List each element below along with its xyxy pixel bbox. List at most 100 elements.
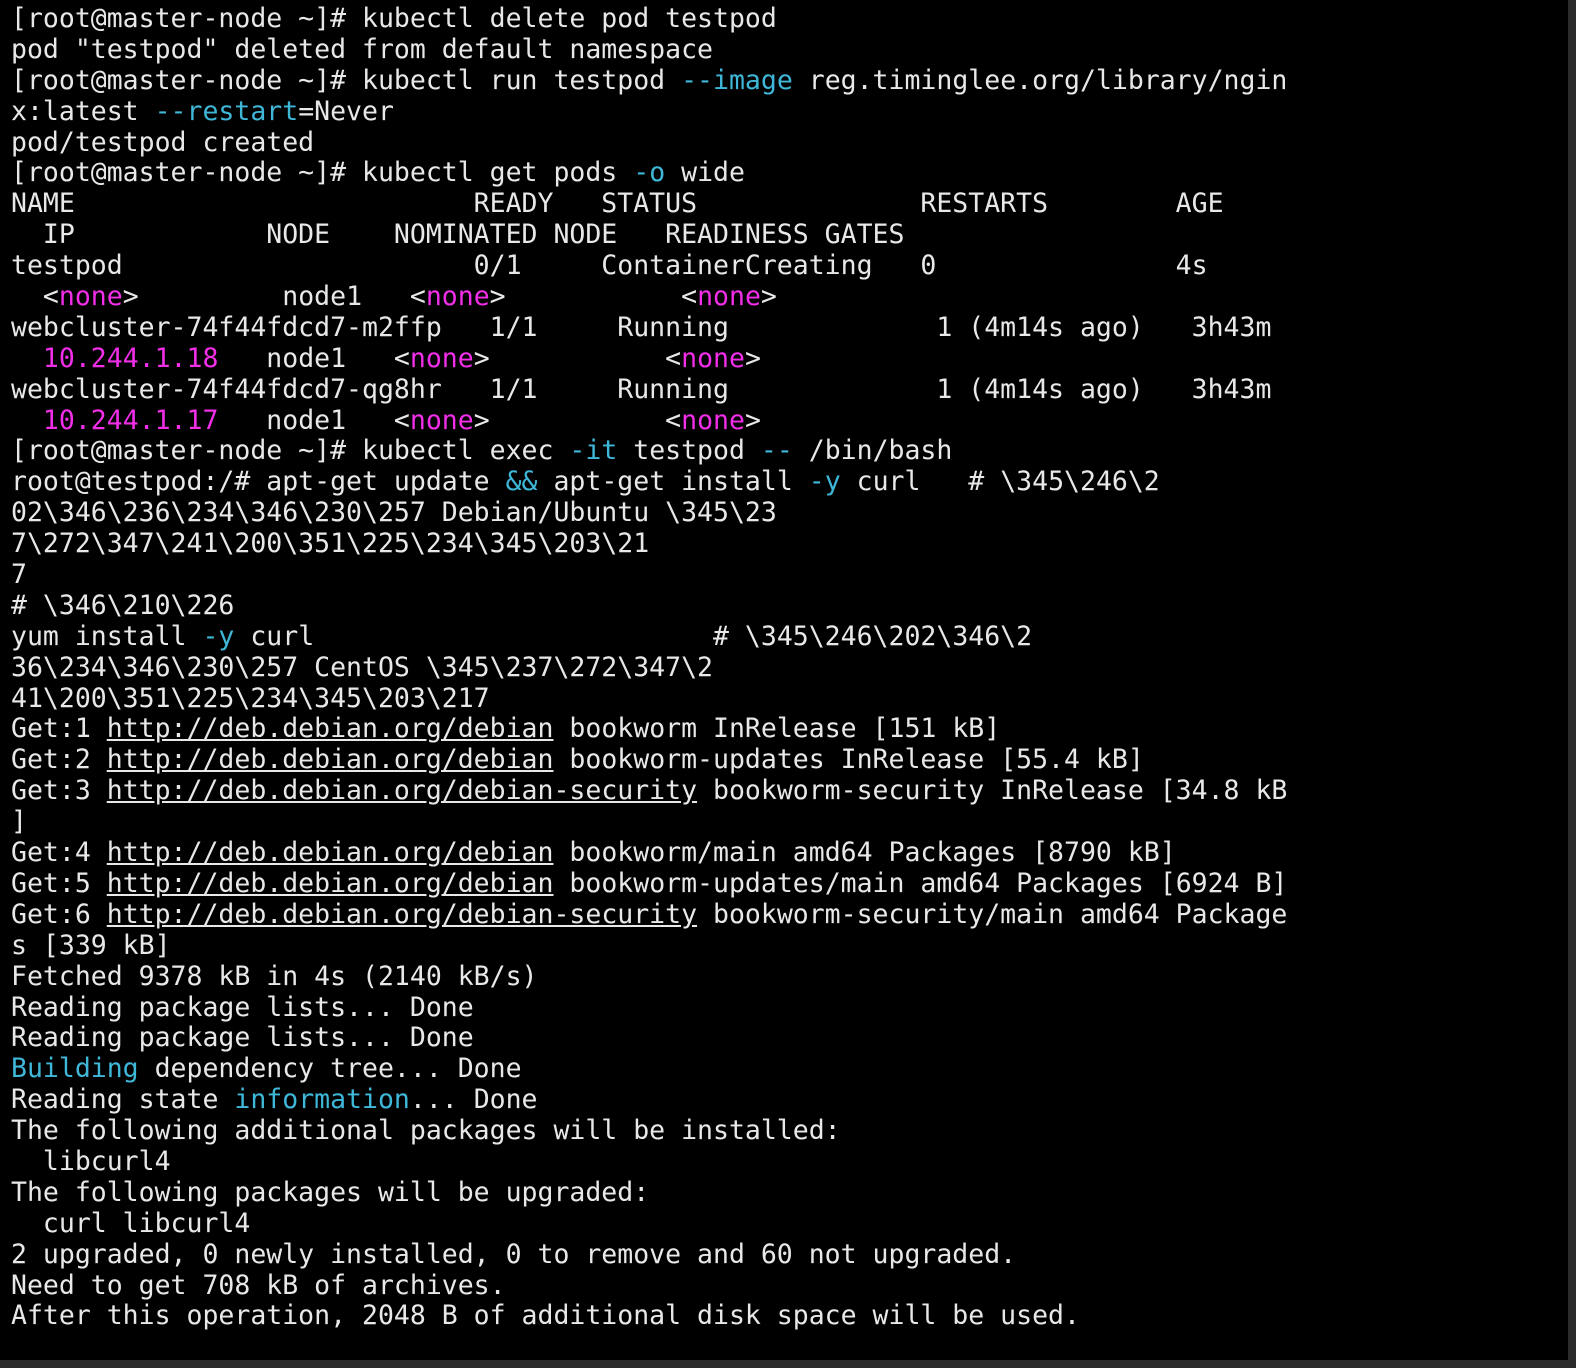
terminal-text: apt-get install	[537, 466, 809, 498]
terminal-text: node1 <	[218, 404, 410, 436]
terminal-line: [root@master-node ~]# kubectl exec -it t…	[11, 436, 1568, 467]
url-link[interactable]: http://deb.debian.org/debian-security	[107, 775, 697, 806]
terminal-text: [root@master-node ~]# kubectl get pods	[11, 157, 634, 189]
url-link[interactable]: http://deb.debian.org/debian	[107, 713, 554, 745]
terminal-line: 36\234\346\230\257 CentOS \345\237\272\3…	[11, 651, 1568, 684]
terminal-text: IP NODE NOMINATED NODE READINESS GATES	[11, 219, 905, 251]
url-link[interactable]: http://deb.debian.org/debian	[107, 837, 554, 868]
terminal-line: [root@master-node ~]# kubectl get pods -…	[11, 158, 1568, 189]
terminal-text: After this operation, 2048 B of addition…	[11, 1300, 1080, 1332]
highlighted-token: --	[760, 435, 793, 467]
terminal-text: > <	[473, 342, 682, 374]
terminal-text: [root@master-node ~]# kubectl delete pod…	[11, 3, 777, 34]
terminal-text: dependency tree... Done	[138, 1053, 522, 1085]
url-link[interactable]: http://deb.debian.org/debian-security	[107, 899, 697, 930]
highlighted-token: -o	[633, 157, 666, 189]
terminal-line: 7\272\347\241\200\351\225\234\345\203\21	[11, 528, 1568, 560]
highlighted-value: none	[409, 404, 474, 436]
highlighted-token: --restart	[154, 95, 299, 127]
terminal-text: pod/testpod created	[11, 126, 315, 158]
terminal-line: Get:3 http://deb.debian.org/debian-secur…	[11, 775, 1568, 807]
terminal-text: bookworm-updates InRelease [55.4 kB]	[553, 744, 1144, 776]
terminal-text: webcluster-74f44fdcd7-qg8hr 1/1 Running …	[11, 373, 1272, 405]
terminal-line: 7	[11, 559, 1568, 591]
terminal-line: s [339 kB]	[11, 930, 1568, 962]
terminal-text: > <	[489, 281, 698, 313]
terminal-line: testpod 0/1 ContainerCreating 0 4s	[11, 250, 1568, 282]
terminal-line: Building dependency tree... Done	[11, 1053, 1568, 1085]
terminal-output[interactable]: [root@master-node ~]# kubectl delete pod…	[0, 0, 1568, 1360]
terminal-text: >	[744, 404, 761, 436]
terminal-line: [root@master-node ~]# kubectl delete pod…	[11, 3, 1568, 35]
highlighted-value: none	[697, 281, 761, 313]
terminal-text: Fetched 9378 kB in 4s (2140 kB/s)	[11, 960, 538, 992]
highlighted-token: -it	[569, 435, 618, 467]
terminal-line: 10.244.1.18 node1 <none> <none>	[11, 342, 1568, 375]
terminal-text: [root@master-node ~]# kubectl run testpo…	[11, 64, 682, 96]
url-link[interactable]: http://deb.debian.org/debian	[107, 744, 554, 775]
terminal-text: Reading package lists... Done	[11, 991, 474, 1023]
terminal-line: The following packages will be upgraded:	[11, 1177, 1568, 1209]
terminal-text: ... Done	[409, 1084, 538, 1116]
terminal-text: /bin/bash	[792, 435, 953, 467]
terminal-text: libcurl4	[11, 1145, 171, 1177]
terminal-text: root@testpod:/# apt-get update	[11, 466, 506, 498]
highlighted-value: 10.244.1.18	[42, 342, 219, 374]
terminal-line: NAME READY STATUS RESTARTS AGE	[11, 188, 1568, 220]
terminal-text: <	[11, 281, 59, 313]
terminal-line: yum install -y curl # \345\246\202\346\2	[11, 620, 1568, 653]
url-link[interactable]: http://deb.debian.org/debian	[107, 868, 554, 899]
terminal-text: testpod	[617, 435, 761, 467]
terminal-text: 2 upgraded, 0 newly installed, 0 to remo…	[11, 1238, 1017, 1270]
terminal-line: libcurl4	[11, 1145, 1568, 1178]
terminal-text: curl # \345\246\2	[840, 466, 1160, 498]
terminal-line: <none> node1 <none> <none>	[11, 281, 1568, 313]
terminal-text: 7\272\347\241\200\351\225\234\345\203\21	[11, 528, 650, 560]
terminal-text: [root@master-node ~]# kubectl exec	[11, 435, 570, 467]
terminal-line: Get:2 http://deb.debian.org/debian bookw…	[11, 744, 1568, 776]
terminal-text: =Never	[298, 95, 394, 127]
terminal-line: Get:1 http://deb.debian.org/debian bookw…	[11, 714, 1568, 745]
highlighted-token: information	[234, 1084, 410, 1116]
highlighted-value: 10.244.1.17	[42, 404, 219, 436]
highlighted-token: Building	[11, 1053, 139, 1085]
highlighted-value: none	[409, 342, 474, 374]
terminal-text: 36\234\346\230\257 CentOS \345\237\272\3…	[11, 651, 713, 683]
highlighted-value: none	[681, 342, 745, 374]
terminal-line: Fetched 9378 kB in 4s (2140 kB/s)	[11, 960, 1568, 993]
terminal-text: bookworm-security InRelease [34.8 kB	[697, 775, 1288, 807]
terminal-line: curl libcurl4	[11, 1208, 1568, 1240]
terminal-text: wide	[665, 157, 745, 189]
terminal-line: 10.244.1.17 node1 <none> <none>	[11, 404, 1568, 437]
terminal-text: Get:3	[11, 775, 107, 807]
terminal-line: Get:5 http://deb.debian.org/debian bookw…	[11, 868, 1568, 900]
highlighted-value: none	[58, 281, 123, 313]
highlighted-token: &&	[505, 466, 538, 498]
terminal-text: yum install	[11, 620, 203, 652]
terminal-line: x:latest --restart=Never	[11, 95, 1568, 128]
terminal-text: 02\346\236\234\346\230\257 Debian/Ubuntu…	[11, 497, 777, 529]
window-border-bottom	[0, 1360, 1576, 1368]
terminal-line: After this operation, 2048 B of addition…	[11, 1300, 1568, 1332]
terminal-line: pod/testpod created	[11, 126, 1568, 159]
highlighted-token: -y	[202, 620, 235, 652]
terminal-text: 7	[11, 559, 27, 591]
terminal-line: Reading package lists... Done	[11, 1022, 1568, 1054]
terminal-line: The following additional packages will b…	[11, 1115, 1568, 1147]
terminal-text: testpod 0/1 ContainerCreating 0 4s	[11, 250, 1208, 282]
terminal-text: reg.timinglee.org/library/ngin	[792, 64, 1288, 96]
terminal-text: NAME READY STATUS RESTARTS AGE	[11, 188, 1224, 220]
terminal-text: bookworm InRelease [151 kB]	[553, 713, 1001, 745]
terminal-line: Get:4 http://deb.debian.org/debian bookw…	[11, 837, 1568, 869]
terminal-text: Get:2	[11, 744, 107, 776]
terminal-line: Reading state information... Done	[11, 1084, 1568, 1116]
terminal-text: Need to get 708 kB of archives.	[11, 1269, 506, 1301]
terminal-text: The following additional packages will b…	[11, 1115, 841, 1147]
terminal-text: Get:6	[11, 898, 107, 930]
terminal-text: >	[760, 281, 777, 313]
terminal-text: Get:1	[11, 713, 107, 745]
highlighted-value: none	[425, 281, 490, 313]
highlighted-token: -y	[808, 466, 841, 498]
highlighted-token: --image	[681, 64, 793, 96]
